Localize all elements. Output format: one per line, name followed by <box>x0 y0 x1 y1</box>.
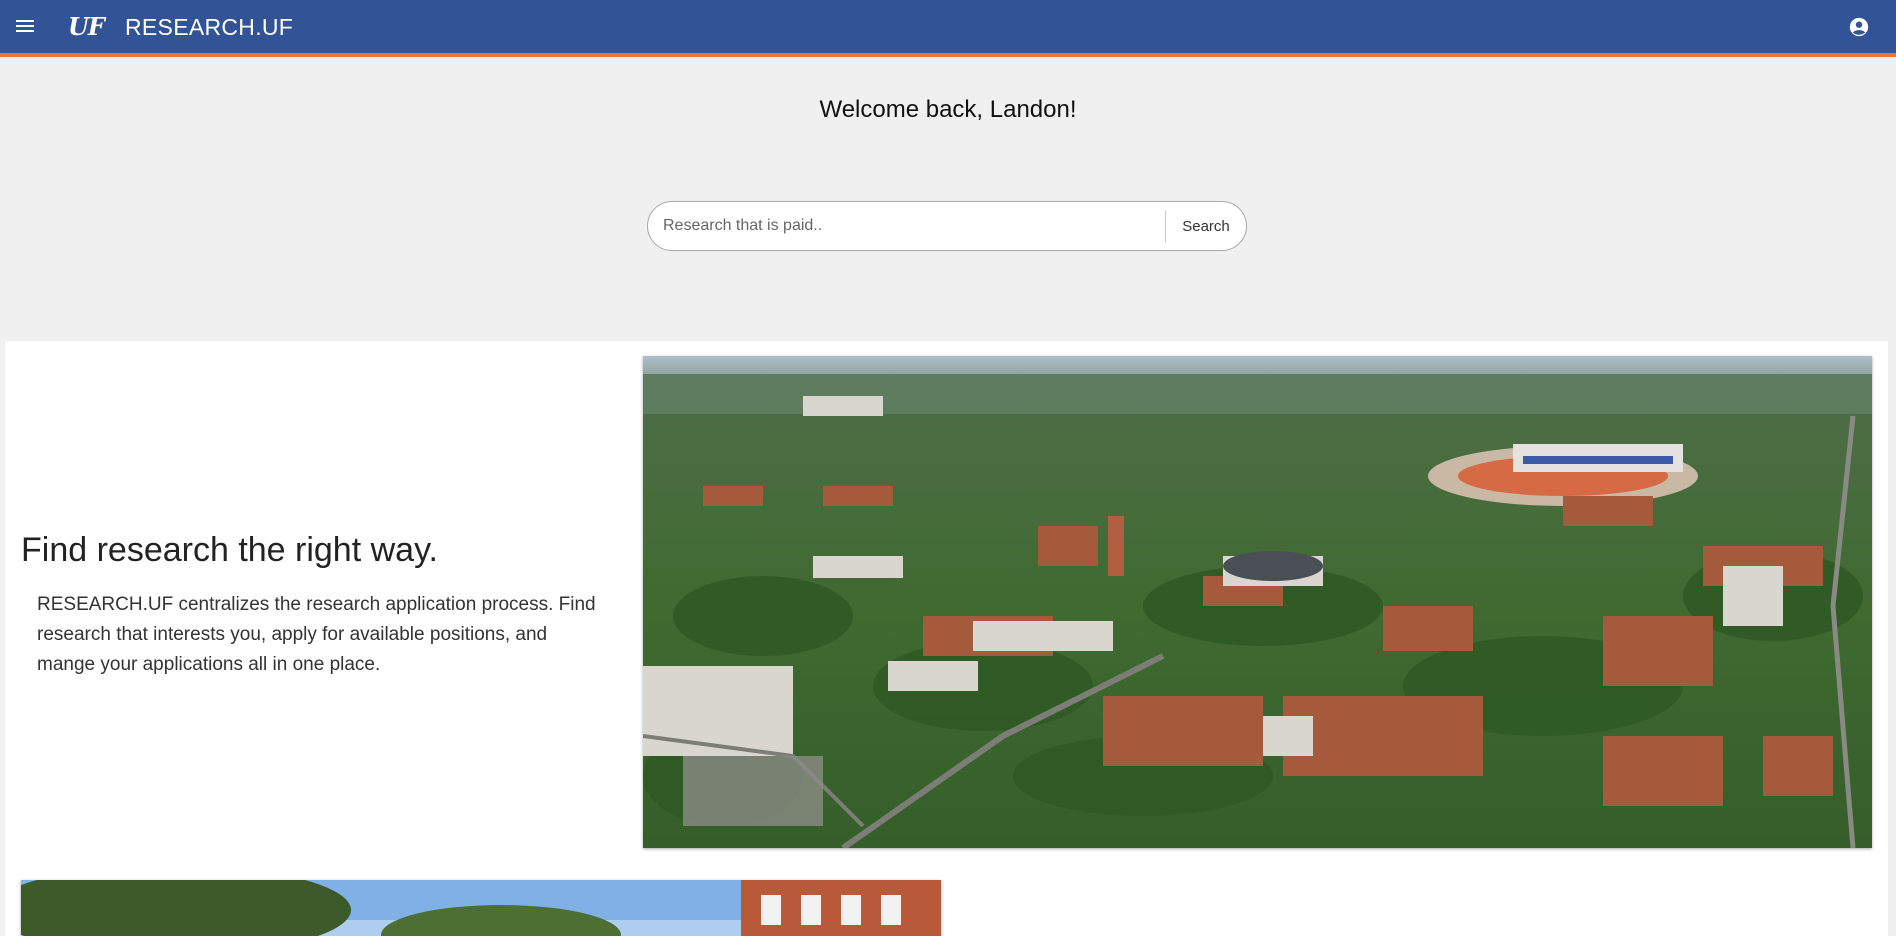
hero-description: RESEARCH.UF centralizes the research app… <box>37 594 596 675</box>
campus-aerial-photo <box>643 356 1872 848</box>
app-title[interactable]: RESEARCH.UF <box>125 14 293 41</box>
search-bar: Search <box>647 201 1247 251</box>
hero-section: Find research the right way. RESEARCH.UF… <box>5 341 1888 936</box>
top-app-bar: UF RESEARCH.UF <box>0 0 1896 57</box>
search-input[interactable] <box>648 202 1165 250</box>
menu-icon[interactable] <box>14 17 36 37</box>
account-circle-icon[interactable] <box>1848 16 1870 38</box>
welcome-message: Welcome back, Landon! <box>819 96 1077 123</box>
hero-heading: Find research the right way. <box>21 531 438 569</box>
search-button[interactable]: Search <box>1166 202 1246 250</box>
uf-logo[interactable]: UF <box>68 12 105 41</box>
campus-building-photo <box>21 880 941 936</box>
